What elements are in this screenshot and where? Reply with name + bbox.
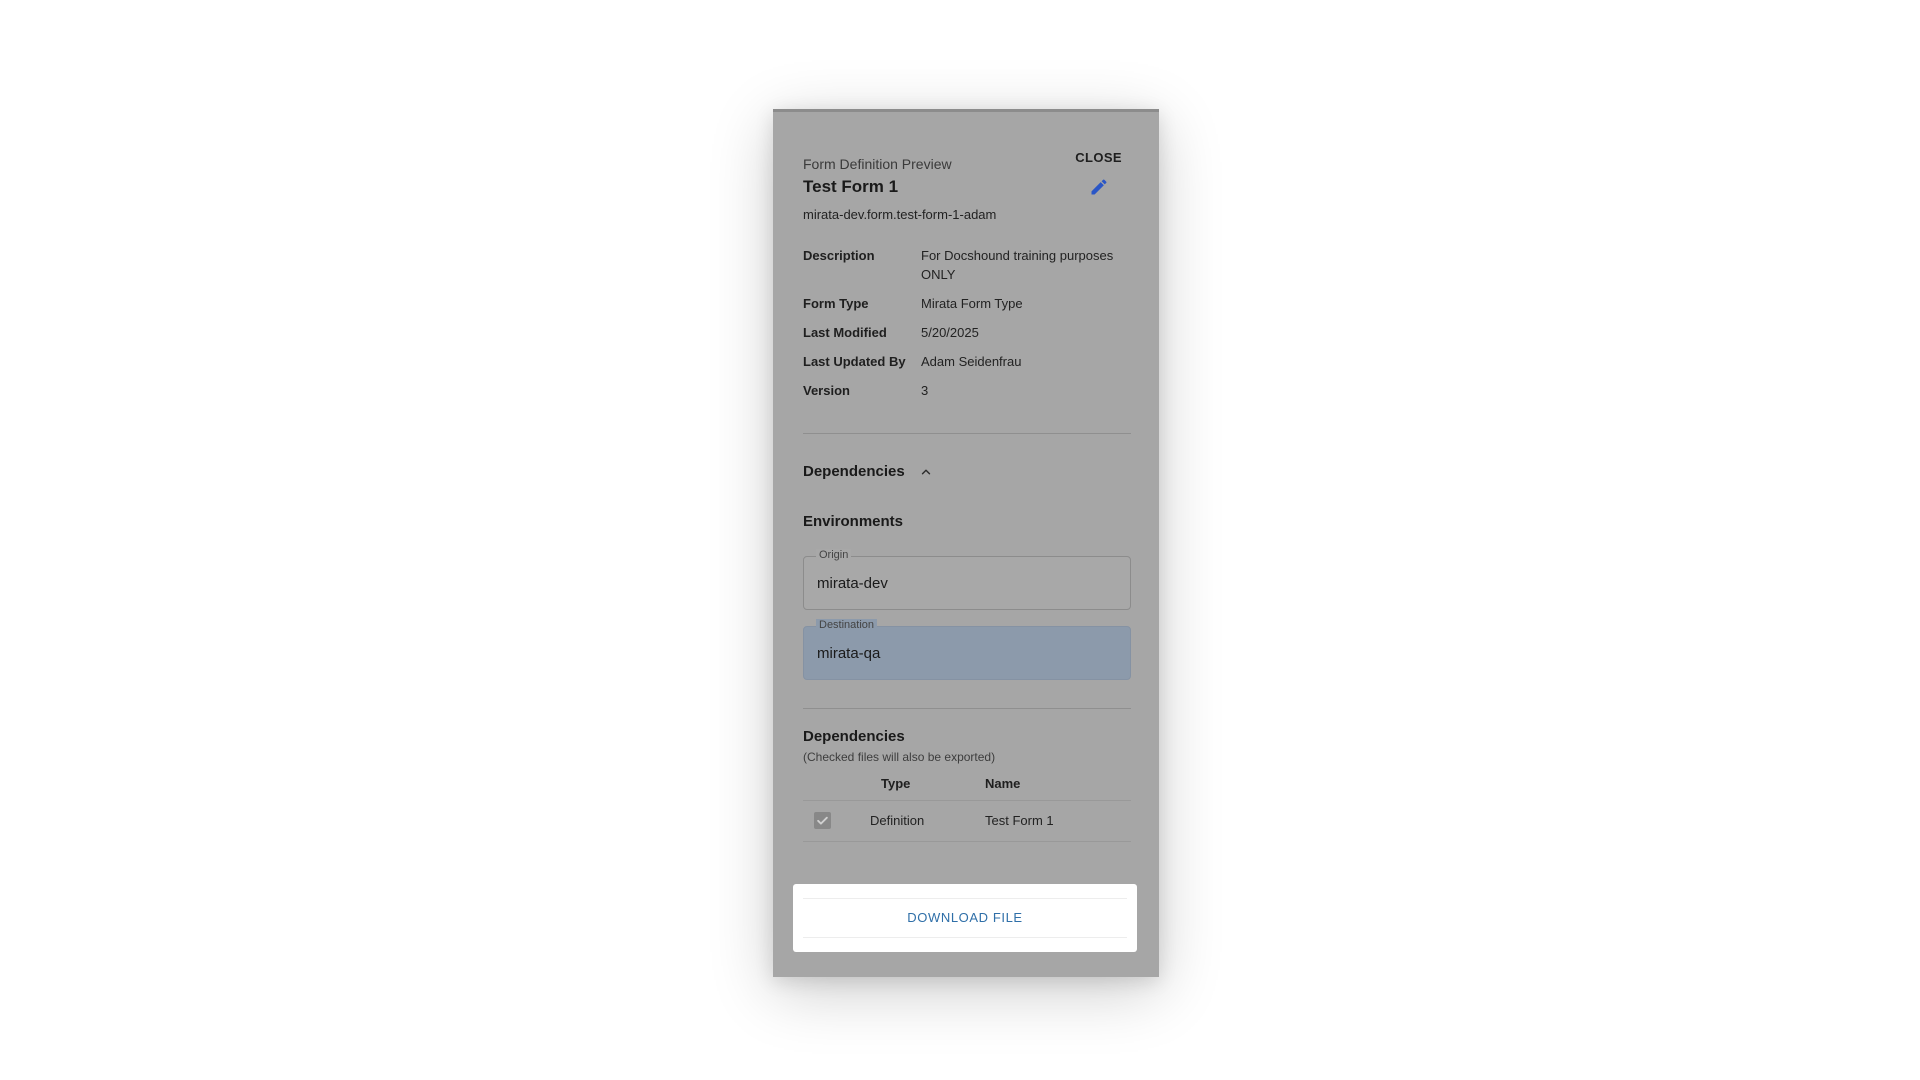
detail-label: Form Type [803, 296, 869, 311]
detail-label: Last Modified [803, 325, 887, 340]
detail-value: Mirata Form Type [921, 296, 1023, 311]
detail-value: 3 [921, 383, 929, 398]
column-header-name: Name [985, 776, 1021, 791]
dependencies-note: (Checked files will also be exported) [803, 750, 996, 764]
detail-row-last-modified: Last Modified 5/20/2025 [803, 323, 1133, 342]
detail-value: Adam Seidenfrau [921, 354, 1022, 369]
close-button[interactable]: CLOSE [1075, 150, 1122, 165]
origin-field[interactable]: Origin mirata-dev [803, 549, 1131, 610]
panel-subtitle: Form Definition Preview [803, 156, 952, 172]
table-row: Definition Test Form 1 [803, 800, 1131, 842]
dependency-checkbox[interactable] [814, 812, 831, 829]
section-divider [803, 708, 1131, 709]
footer-actions: DOWNLOAD FILE [793, 884, 1137, 952]
page-title: Test Form 1 [803, 177, 899, 196]
form-definition-preview-panel: Form Definition Preview Test Form 1 mira… [773, 109, 1159, 977]
chevron-up-icon [921, 469, 930, 474]
detail-label: Version [803, 383, 850, 398]
column-header-type: Type [881, 776, 911, 791]
form-identifier: mirata-dev.form.test-form-1-adam [803, 207, 997, 222]
detail-value: For Docshound training purposes ONLY [921, 248, 1114, 282]
cell-name: Test Form 1 [985, 813, 1054, 828]
destination-field-label: Destination [816, 619, 878, 631]
detail-row-description: Description For Docshound training purpo… [803, 246, 1133, 284]
detail-label: Description [803, 248, 875, 263]
section-divider [803, 433, 1131, 434]
environments-heading: Environments [803, 513, 904, 530]
dependencies-toggle[interactable]: Dependencies [803, 463, 933, 480]
details-list: Description For Docshound training purpo… [803, 246, 1133, 410]
detail-value: 5/20/2025 [921, 325, 979, 340]
destination-field[interactable]: Destination mirata-qa [803, 619, 1131, 680]
detail-label: Last Updated By [803, 354, 906, 369]
dependencies-toggle-label: Dependencies [803, 463, 905, 480]
detail-row-version: Version 3 [803, 381, 1133, 400]
check-icon [817, 816, 828, 825]
origin-field-value: mirata-dev [817, 575, 888, 592]
cell-type: Definition [870, 813, 925, 828]
download-file-button[interactable]: DOWNLOAD FILE [803, 898, 1127, 938]
dependencies-heading: Dependencies [803, 728, 905, 745]
detail-row-last-updated-by: Last Updated By Adam Seidenfrau [803, 352, 1133, 371]
pencil-icon[interactable] [1089, 177, 1109, 197]
destination-field-value: mirata-qa [817, 645, 881, 662]
origin-field-label: Origin [816, 549, 852, 561]
detail-row-form-type: Form Type Mirata Form Type [803, 294, 1133, 313]
